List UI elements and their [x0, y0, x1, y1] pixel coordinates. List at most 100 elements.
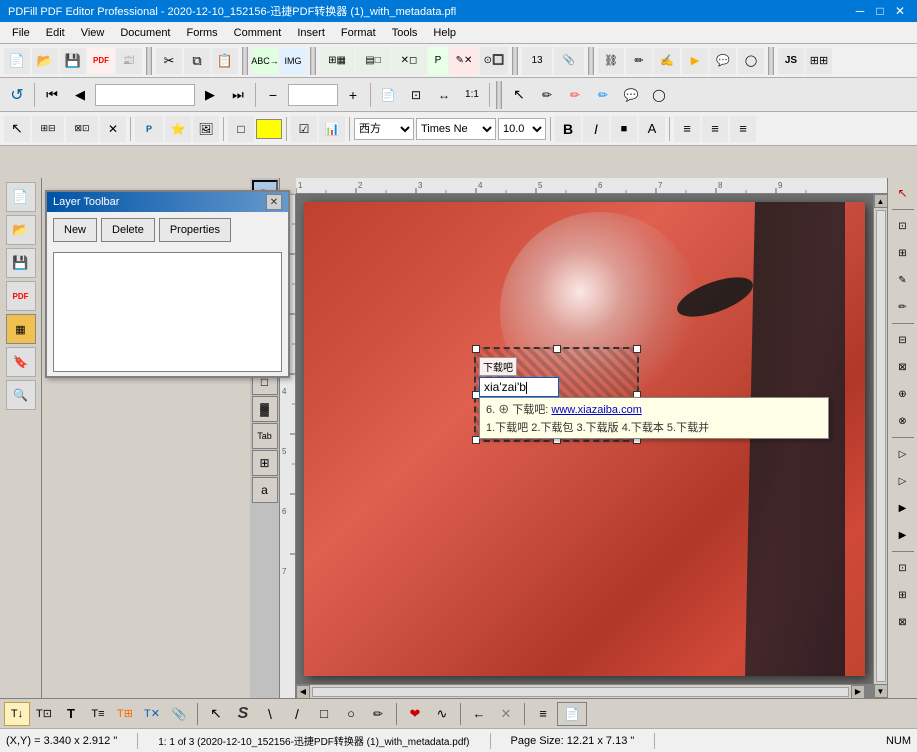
btn-t1[interactable]: ⊞▦ [320, 47, 354, 75]
right-btn-1[interactable]: ↖ [890, 180, 916, 206]
right-btn-6[interactable]: ⊟ [890, 327, 916, 353]
select-arrow-button[interactable]: ↖ [4, 116, 30, 142]
bt-text6[interactable]: T✕ [139, 702, 165, 726]
shape1-button[interactable]: 💬 [618, 82, 644, 108]
right-btn-13[interactable]: ▶ [890, 522, 916, 548]
right-btn-9[interactable]: ⊗ [890, 408, 916, 434]
close-button[interactable]: ✕ [891, 2, 909, 20]
layer-delete-button[interactable]: Delete [101, 218, 155, 242]
layer-properties-button[interactable]: Properties [159, 218, 231, 242]
shape2-button[interactable]: ◯ [646, 82, 672, 108]
btn-annot[interactable]: ✏ [626, 48, 652, 74]
save-pdf-button[interactable]: PDF [88, 48, 114, 74]
text-type2-button[interactable]: ⊠⊡ [66, 116, 98, 142]
btn-attach[interactable]: 📎 [554, 47, 584, 75]
paste-button[interactable]: 📋 [212, 48, 238, 74]
checkbox-button[interactable]: ☑ [291, 116, 317, 142]
btn-pencil[interactable]: ✍ [654, 48, 680, 74]
import-button[interactable]: ABC→ [252, 48, 278, 74]
menu-tools[interactable]: Tools [384, 22, 426, 43]
bt-text1[interactable]: T↓ [4, 702, 30, 726]
btn-shape[interactable]: ◯ [738, 48, 764, 74]
bt-undo[interactable]: ← [466, 702, 492, 726]
last-page-button[interactable]: ⏭ [225, 82, 251, 108]
layer-new-button[interactable]: New [53, 218, 97, 242]
bt-select-arrow[interactable]: ↖ [203, 702, 229, 726]
layer-toolbar-title[interactable]: Layer Toolbar ✕ [47, 192, 288, 212]
save-as-button[interactable]: 📰 [116, 48, 142, 74]
sel-handle-tl[interactable] [472, 345, 480, 353]
menu-format[interactable]: Format [333, 22, 384, 43]
pdf-logo-button[interactable]: P [135, 116, 163, 142]
font-script-dropdown[interactable]: 西方 [354, 118, 414, 140]
bt-line1[interactable]: \ [257, 702, 283, 726]
right-btn-10[interactable]: ▷ [890, 441, 916, 467]
v-scrollbar[interactable]: ▲ ▼ [873, 194, 887, 698]
first-page-button[interactable]: ⏮ [39, 82, 65, 108]
scroll-left-btn[interactable]: ◀ [296, 685, 310, 699]
vert-tab-tool[interactable]: Tab [252, 423, 278, 449]
view-fit-button[interactable]: ⊡ [403, 82, 429, 108]
select-tool-button[interactable]: ↖ [506, 82, 532, 108]
vert-matrix-tool[interactable]: ⊞ [252, 450, 278, 476]
cut-button[interactable]: ✂ [156, 48, 182, 74]
menu-view[interactable]: View [73, 22, 113, 43]
layer-toolbar-close-button[interactable]: ✕ [266, 194, 282, 210]
right-btn-4[interactable]: ✎ [890, 267, 916, 293]
bt-clip[interactable]: 📎 [166, 702, 192, 726]
scroll-up-btn[interactable]: ▲ [874, 194, 888, 208]
new-button[interactable]: 📄 [4, 48, 30, 74]
btn-link[interactable]: ⛓ [598, 48, 624, 74]
btn-speech[interactable]: 💬 [710, 48, 736, 74]
right-btn-12[interactable]: ▶ [890, 495, 916, 521]
left-save-btn[interactable]: 💾 [6, 248, 36, 278]
btn-highlight[interactable]: ▶ [682, 48, 708, 74]
h-scrollbar-thumb[interactable] [312, 687, 849, 697]
right-btn-2[interactable]: ⊡ [890, 213, 916, 239]
menu-forms[interactable]: Forms [179, 22, 226, 43]
prev-page-button[interactable]: ◀ [67, 82, 93, 108]
right-btn-16[interactable]: ⊠ [890, 609, 916, 635]
bt-pen[interactable]: ✏ [365, 702, 391, 726]
btn-t6[interactable]: ⊙🔲 [480, 47, 508, 75]
text-type1-button[interactable]: ⊞⊟ [32, 116, 64, 142]
left-zoom-btn[interactable]: 🔍 [6, 380, 36, 410]
erase-button[interactable]: ✏ [590, 82, 616, 108]
left-new-btn[interactable]: 📄 [6, 182, 36, 212]
scroll-down-btn[interactable]: ▼ [874, 684, 888, 698]
scroll-right-btn[interactable]: ▶ [851, 685, 865, 699]
rect-tool-button[interactable]: □ [228, 116, 254, 142]
view-page-button[interactable]: 📄 [375, 82, 401, 108]
bt-menu[interactable]: ≡ [530, 702, 556, 726]
align-left-button[interactable]: ≡ [674, 116, 700, 142]
menu-document[interactable]: Document [112, 22, 178, 43]
export-button[interactable]: IMG [280, 48, 306, 74]
v-scrollbar-thumb[interactable] [876, 210, 886, 682]
right-btn-11[interactable]: ▷ [890, 468, 916, 494]
btn-t4[interactable]: P [428, 47, 448, 75]
left-bookmark-btn[interactable]: 🔖 [6, 347, 36, 377]
align-center-button[interactable]: ≡ [702, 116, 728, 142]
h-scrollbar[interactable]: ◀ ▶ [296, 684, 865, 698]
bt-rect[interactable]: □ [311, 702, 337, 726]
left-pdf-btn[interactable]: PDF [6, 281, 36, 311]
font-name-dropdown[interactable]: Times Ne [416, 118, 496, 140]
btn-stamp[interactable]: 13 [522, 47, 552, 75]
menu-edit[interactable]: Edit [38, 22, 73, 43]
next-page-button[interactable]: ▶ [197, 82, 223, 108]
right-btn-3[interactable]: ⊞ [890, 240, 916, 266]
bt-oval[interactable]: ○ [338, 702, 364, 726]
right-btn-14[interactable]: ⊡ [890, 555, 916, 581]
bt-line2[interactable]: / [284, 702, 310, 726]
font-size-dropdown[interactable]: 10.0 [498, 118, 546, 140]
refresh-button[interactable]: ↺ [4, 82, 30, 108]
zoom-in-button[interactable]: + [340, 82, 366, 108]
autocomplete-popup[interactable]: 6. ⊕ 下载吧: www.xiazaiba.com 1.下载吧 2.下载包 3… [479, 397, 829, 439]
left-layers-btn[interactable]: ▦ [6, 314, 36, 344]
view-width-button[interactable]: ↔ [431, 82, 457, 108]
image-place-button[interactable]: 🖼 [193, 116, 219, 142]
menu-insert[interactable]: Insert [289, 22, 333, 43]
btn-t5[interactable]: ✎✕ [450, 47, 478, 75]
bt-wave[interactable]: ∿ [429, 702, 455, 726]
vert-pattern-tool[interactable]: ▓ [252, 396, 278, 422]
